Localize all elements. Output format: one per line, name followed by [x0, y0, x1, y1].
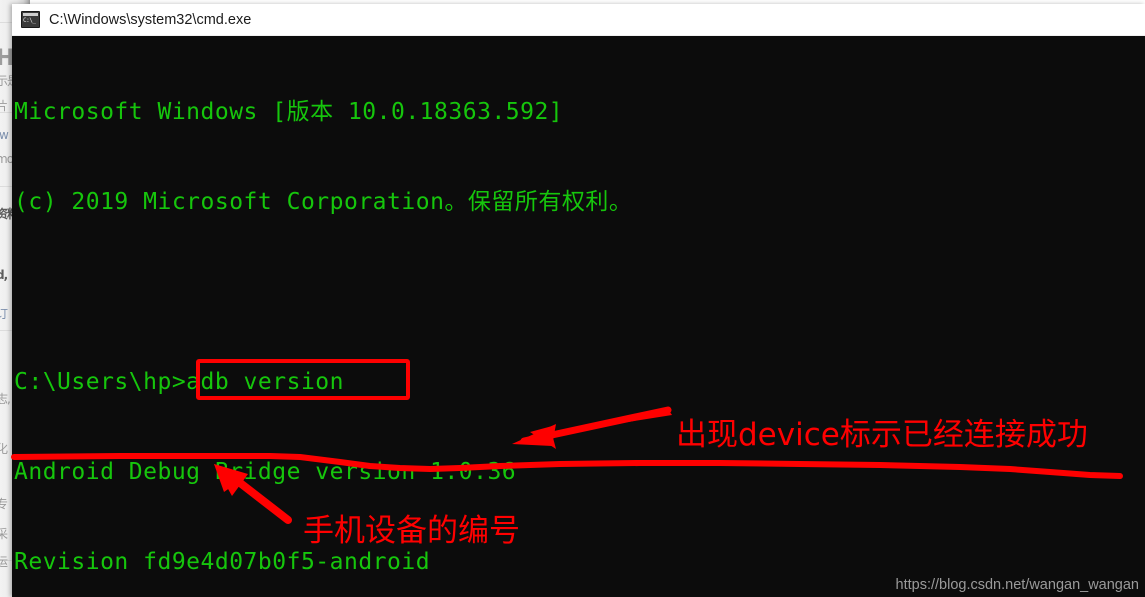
terminal-line: Android Debug Bridge version 1.0.36 — [14, 459, 517, 485]
background-fragment: 志, — [0, 392, 11, 406]
console-output-area[interactable]: Microsoft Windows [版本 10.0.18363.592] (c… — [12, 36, 1145, 597]
terminal-line: C:\Users\hp>adb version — [14, 369, 344, 395]
background-fragment: 运 — [0, 555, 8, 569]
background-fragment: 采 — [0, 527, 8, 541]
background-fragment: 专 — [0, 497, 8, 511]
terminal-line: Revision fd9e4d07b0f5-android — [14, 549, 431, 575]
terminal-text: Microsoft Windows [版本 10.0.18363.592] (c… — [14, 37, 632, 597]
window-title: C:\Windows\system32\cmd.exe — [49, 11, 252, 28]
screenshot-root: H 示是 片 /w mo 资料 d, 订 志, 化 : 专 采 运 C:\Win… — [0, 0, 1145, 597]
background-fragment: d, — [0, 268, 8, 282]
terminal-line: (c) 2019 Microsoft Corporation。保留所有权利。 — [14, 189, 633, 215]
background-fragment: /w — [0, 128, 9, 142]
background-fragment: 订 — [0, 307, 8, 321]
cmd-window[interactable]: C:\Windows\system32\cmd.exe Microsoft Wi… — [12, 4, 1145, 597]
window-titlebar[interactable]: C:\Windows\system32\cmd.exe — [12, 4, 1145, 36]
background-fragment: 化 — [0, 442, 8, 456]
watermark-url: https://blog.csdn.net/wangan_wangan — [895, 577, 1139, 593]
background-fragment: 片 — [0, 99, 8, 113]
cmd-console-icon — [21, 11, 40, 28]
terminal-line: Microsoft Windows [版本 10.0.18363.592] — [14, 99, 564, 125]
